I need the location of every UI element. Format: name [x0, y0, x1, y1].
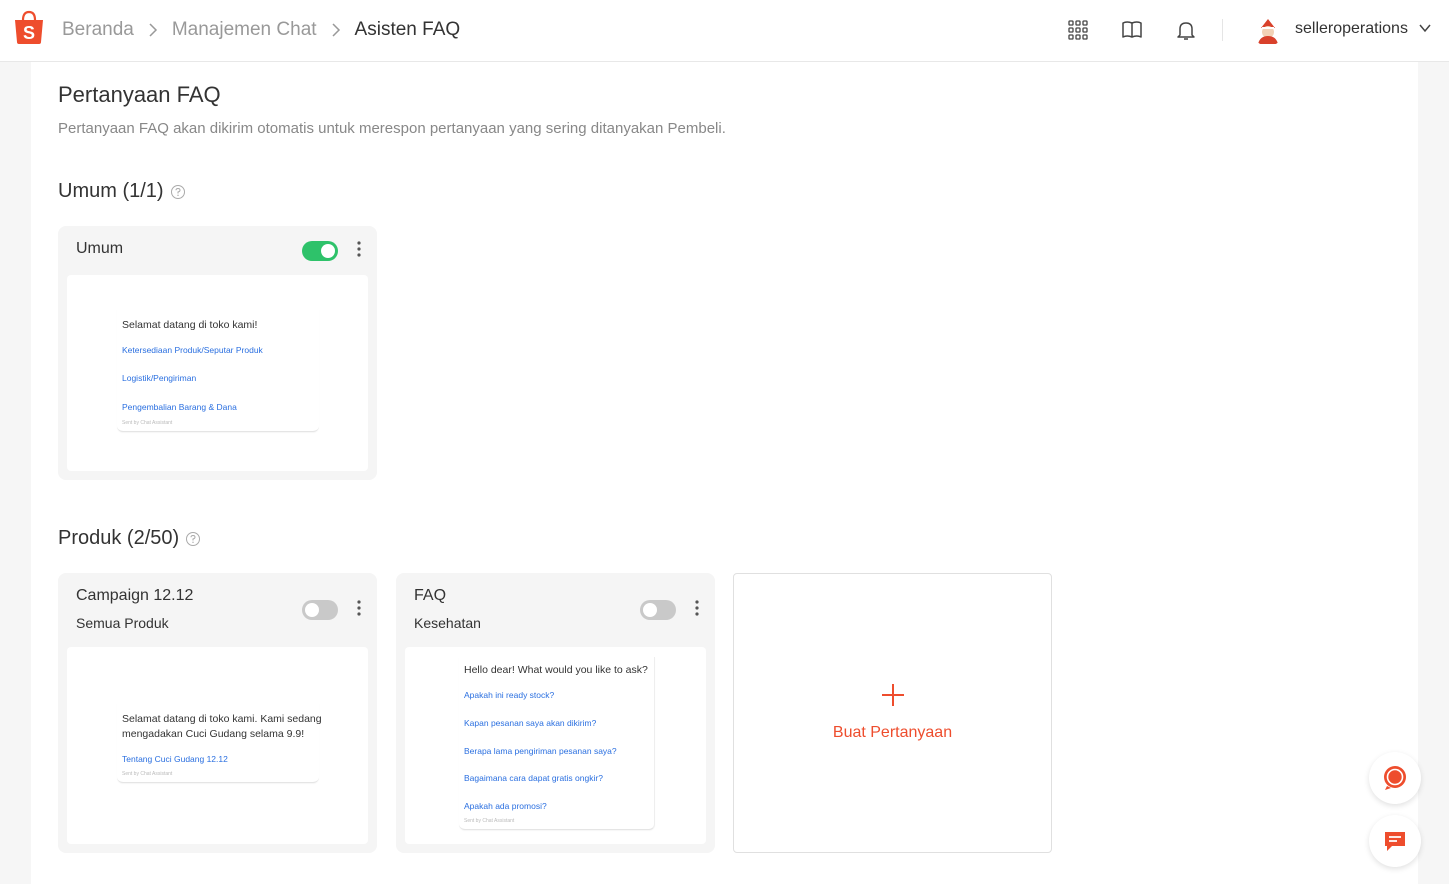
section-general-label: Umum (1/1) [58, 180, 164, 202]
chat-bubble-button[interactable] [1369, 752, 1421, 804]
faq-card-general: Umum Selamat datang di toko kami! Keters… [58, 226, 377, 480]
preview-footer: Sent by Chat Assistant [464, 818, 515, 824]
preview-link: Ketersediaan Produk/Seputar Produk [122, 345, 263, 355]
breadcrumb-current: Asisten FAQ [354, 19, 461, 40]
preview-link: Tentang Cuci Gudang 12.12 [122, 754, 228, 764]
preview-link: Apakah ini ready stock? [464, 690, 555, 700]
section-product-label: Produk (2/50) [58, 527, 180, 549]
preview-link: Logistik/Pengiriman [122, 373, 197, 383]
section-title-product: Produk (2/50) [58, 527, 201, 550]
create-question-label: Buat Pertanyaan [832, 724, 953, 741]
section-title-general: Umum (1/1) [58, 180, 186, 203]
card-toggle[interactable] [640, 600, 676, 620]
preview-bubble: Hello dear! What would you like to ask? … [459, 657, 655, 830]
top-navigation-bar: S Beranda Manajemen Chat Asisten FAQ sel… [0, 0, 1449, 62]
kebab-icon[interactable] [691, 599, 703, 617]
preview-link: Kapan pesanan saya akan dikirim? [464, 718, 597, 728]
preview-bubble: Selamat datang di toko kami. Kami sedang… [117, 703, 322, 783]
preview-greeting: Selamat datang di toko kami! [122, 319, 258, 331]
faq-card-faq: FAQ Kesehatan Hello dear! What would you… [396, 573, 715, 853]
username[interactable]: selleroperations [1295, 20, 1408, 38]
card-preview[interactable]: Selamat datang di toko kami. Kami sedang… [67, 647, 368, 844]
plus-icon [882, 684, 904, 706]
card-title: Campaign 12.12 [76, 587, 194, 604]
breadcrumb-chat-management[interactable]: Manajemen Chat [172, 19, 317, 41]
create-question-card[interactable]: Buat Pertanyaan [733, 573, 1052, 853]
preview-footer: Sent by Chat Assistant [122, 771, 173, 777]
card-title: Umum [76, 240, 124, 257]
page-title: Pertanyaan FAQ [58, 82, 221, 107]
kebab-icon[interactable] [353, 240, 365, 258]
card-title: FAQ [414, 587, 447, 604]
card-preview[interactable]: Hello dear! What would you like to ask? … [405, 647, 706, 844]
preview-greeting: Hello dear! What would you like to ask? [464, 664, 648, 676]
page-description: Pertanyaan FAQ akan dikirim otomatis unt… [58, 120, 726, 137]
card-subtitle: Kesehatan [414, 615, 481, 631]
header-divider [1222, 19, 1223, 41]
faq-card-campaign: Campaign 12.12 Semua Produk Selamat data… [58, 573, 377, 853]
apps-grid-icon[interactable] [1066, 18, 1090, 42]
card-preview[interactable]: Selamat datang di toko kami! Ketersediaa… [67, 275, 368, 471]
preview-greeting: Selamat datang di toko kami. Kami sedang… [122, 713, 322, 740]
card-toggle[interactable] [302, 241, 338, 261]
book-icon[interactable] [1120, 18, 1144, 42]
preview-bubble: Selamat datang di toko kami! Ketersediaa… [117, 309, 319, 432]
breadcrumb-home[interactable]: Beranda [62, 19, 134, 41]
svg-text:S: S [23, 23, 35, 43]
kebab-icon[interactable] [353, 599, 365, 617]
help-icon[interactable] [185, 531, 201, 547]
preview-link: Pengembalian Barang & Dana [122, 402, 237, 412]
card-subtitle: Semua Produk [76, 615, 169, 631]
preview-link: Bagaimana cara dapat gratis ongkir? [464, 773, 603, 783]
shopee-logo-icon[interactable]: S [13, 10, 45, 44]
breadcrumb: Beranda Manajemen Chat Asisten FAQ [62, 19, 460, 41]
main-panel: Pertanyaan FAQ Pertanyaan FAQ akan dikir… [31, 62, 1418, 884]
bell-icon[interactable] [1174, 18, 1198, 42]
chevron-down-icon[interactable] [1418, 21, 1432, 35]
chat-message-button[interactable] [1369, 815, 1421, 867]
help-icon[interactable] [170, 184, 186, 200]
preview-link: Berapa lama pengiriman pesanan saya? [464, 746, 617, 756]
chevron-right-icon [149, 23, 157, 37]
preview-footer: Sent by Chat Assistant [122, 420, 173, 426]
chat-bubble-icon [1384, 766, 1406, 790]
avatar[interactable] [1252, 14, 1284, 46]
card-toggle[interactable] [302, 600, 338, 620]
chevron-right-icon [332, 23, 340, 37]
chat-message-icon [1385, 832, 1405, 851]
preview-link: Apakah ada promosi? [464, 801, 547, 811]
